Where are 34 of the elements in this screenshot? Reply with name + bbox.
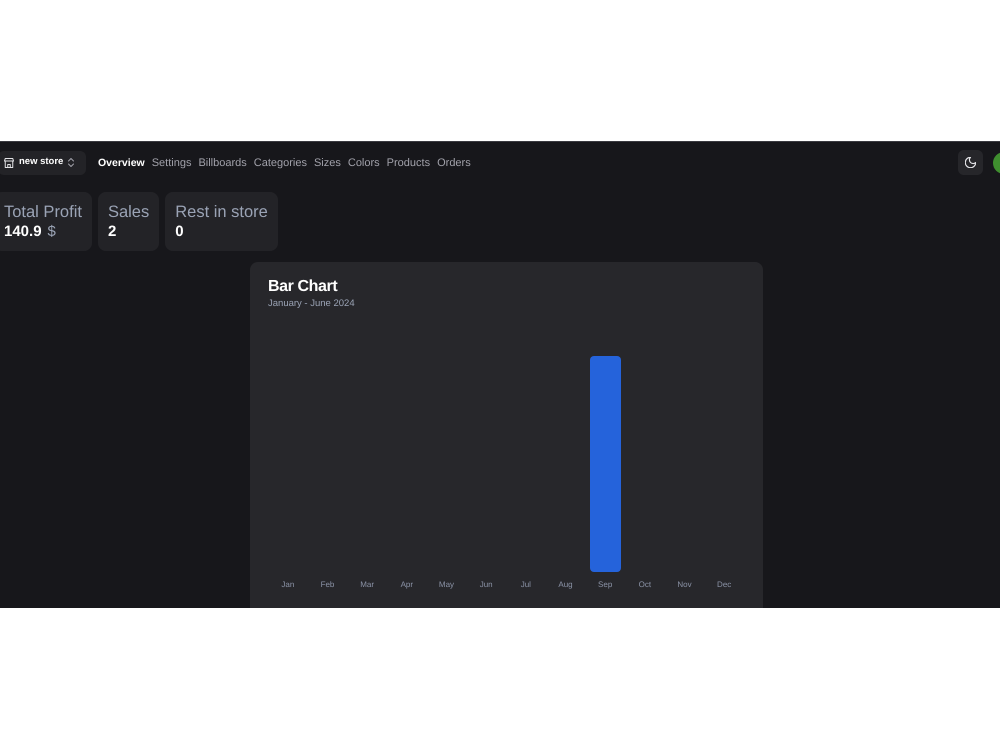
- nav-link[interactable]: Sizes: [314, 156, 341, 170]
- axis-label: Jun: [480, 580, 493, 590]
- moon-icon: [965, 157, 976, 168]
- currency-unit: $: [48, 222, 56, 242]
- nav-link[interactable]: Orders: [437, 156, 471, 170]
- axis-label: Dec: [717, 580, 732, 590]
- stat-value: 140.9: [4, 222, 42, 242]
- axis-label: Sep: [598, 580, 612, 590]
- axis-label: Mar: [360, 580, 374, 590]
- axis-label: Jan: [281, 580, 294, 590]
- axis-label: May: [438, 580, 454, 590]
- chart-subtitle: January - June 2024: [268, 298, 355, 310]
- store-icon: [4, 158, 14, 168]
- stat-label: Rest in store: [175, 202, 268, 222]
- nav-link[interactable]: Billboards: [198, 156, 247, 170]
- axis-label: Feb: [320, 580, 334, 590]
- axis-label: Oct: [638, 580, 652, 590]
- theme-toggle-button[interactable]: [958, 150, 983, 175]
- stat-label: Total Profit: [4, 202, 82, 222]
- nav-link[interactable]: Settings: [152, 156, 192, 170]
- store-switcher[interactable]: new store: [0, 150, 86, 174]
- nav-link[interactable]: Categories: [254, 156, 307, 170]
- stat-label: Sales: [108, 202, 150, 222]
- nav-link[interactable]: Colors: [348, 156, 380, 170]
- stat-value: 2: [108, 222, 116, 242]
- nav-link[interactable]: Products: [386, 156, 430, 170]
- chevrons-up-down-icon: [68, 158, 74, 167]
- chart-title: Bar Chart: [268, 278, 338, 296]
- stat-value: 0: [175, 222, 184, 242]
- axis-label: Aug: [558, 580, 573, 590]
- axis-label: Apr: [400, 580, 414, 590]
- nav-link[interactable]: Overview: [98, 156, 145, 170]
- axis-label: Nov: [677, 580, 692, 590]
- axis-label: Jul: [520, 580, 531, 590]
